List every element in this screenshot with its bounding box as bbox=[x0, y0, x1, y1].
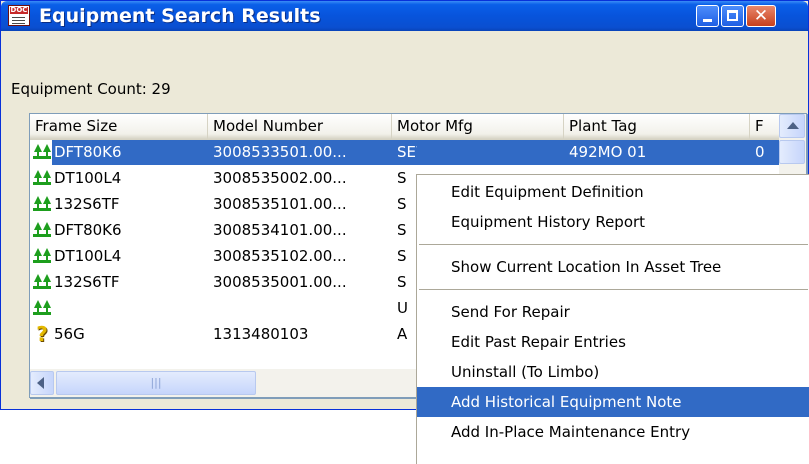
column-plant-tag[interactable]: Plant Tag bbox=[564, 114, 750, 139]
cell-model-number: 3008534101.00... bbox=[213, 221, 347, 239]
install-icon bbox=[33, 144, 51, 160]
install-icon bbox=[33, 248, 51, 264]
cell-frame-size: 132S6TF bbox=[54, 273, 120, 291]
cell-motor-mfg: U bbox=[397, 299, 408, 317]
cell-model-number: 3008535002.00... bbox=[213, 169, 347, 187]
title-bar[interactable]: DOC Equipment Search Results ✕ bbox=[1, 1, 808, 31]
menu-item-show-current-location-in-asset-tree[interactable]: Show Current Location In Asset Tree bbox=[417, 252, 809, 282]
menu-separator bbox=[419, 289, 808, 290]
cell-motor-mfg: S bbox=[397, 273, 407, 291]
cell-frame-size: 132S6TF bbox=[54, 195, 120, 213]
menu-item-uninstall-to-limbo[interactable]: Uninstall (To Limbo) bbox=[417, 357, 809, 387]
minimize-button[interactable] bbox=[696, 5, 719, 27]
cell-motor-mfg: A bbox=[397, 325, 408, 343]
cell-model-number: 1313480103 bbox=[213, 325, 309, 343]
scroll-left-button[interactable] bbox=[30, 371, 54, 395]
table-header: Frame Size Model Number Motor Mfg Plant … bbox=[30, 114, 806, 140]
cell-frame-size: DT100L4 bbox=[54, 169, 122, 187]
equipment-count: Equipment Count: 29 bbox=[11, 80, 171, 98]
close-icon: ✕ bbox=[753, 6, 769, 26]
cell-frame-size bbox=[54, 296, 204, 321]
menu-item-add-historical-equipment-note[interactable]: Add Historical Equipment Note bbox=[417, 387, 809, 417]
menu-item-edit-past-repair-entries[interactable]: Edit Past Repair Entries bbox=[417, 327, 809, 357]
chevron-left-icon bbox=[37, 377, 44, 389]
cell-model-number bbox=[213, 296, 388, 321]
install-icon bbox=[33, 170, 51, 186]
install-icon bbox=[33, 300, 51, 316]
install-icon bbox=[33, 196, 51, 212]
vertical-scroll-thumb[interactable] bbox=[779, 140, 805, 164]
maximize-button[interactable] bbox=[721, 5, 744, 27]
window-title: Equipment Search Results bbox=[39, 5, 321, 27]
cell-plant-tag: 492MO 01 bbox=[569, 143, 647, 161]
cell-model-number: 3008535102.00... bbox=[213, 247, 347, 265]
minimize-icon bbox=[703, 19, 712, 22]
cell-model-number: 3008535101.00... bbox=[213, 195, 347, 213]
cell-motor-mfg: S bbox=[397, 195, 407, 213]
cell-frame-size: DT100L4 bbox=[54, 247, 122, 265]
cell-model-number: 3008533501.00... bbox=[213, 143, 347, 161]
column-motor-mfg[interactable]: Motor Mfg bbox=[392, 114, 564, 139]
menu-item-edit-equipment-definition[interactable]: Edit Equipment Definition bbox=[417, 177, 809, 207]
chevron-up-icon bbox=[787, 122, 799, 129]
cell-motor-mfg: SEW Eurodrive bbox=[397, 143, 417, 161]
column-frame-size[interactable]: Frame Size bbox=[30, 114, 208, 139]
menu-item-send-for-repair[interactable]: Send For Repair bbox=[417, 297, 809, 327]
question-icon: ? bbox=[36, 322, 48, 346]
column-model-number[interactable]: Model Number bbox=[208, 114, 392, 139]
menu-item-equipment-history-report[interactable]: Equipment History Report bbox=[417, 207, 809, 237]
cell-f: 0 bbox=[755, 143, 765, 161]
context-menu: Edit Equipment Definition Equipment Histo… bbox=[416, 174, 809, 464]
maximize-icon bbox=[727, 10, 738, 21]
column-f[interactable]: F bbox=[750, 114, 780, 139]
cell-frame-size: DFT80K6 bbox=[54, 221, 122, 239]
table-row[interactable]: DFT80K6 3008533501.00... SEW Eurodrive 492M… bbox=[33, 140, 779, 165]
cell-frame-size: 56G bbox=[54, 325, 85, 343]
cell-motor-mfg: S bbox=[397, 247, 407, 265]
cell-motor-mfg: S bbox=[397, 221, 407, 239]
cell-frame-size: DFT80K6 bbox=[54, 143, 122, 161]
menu-separator bbox=[419, 244, 808, 245]
scroll-up-button[interactable] bbox=[779, 114, 805, 138]
cell-model-number: 3008535001.00... bbox=[213, 273, 347, 291]
close-button[interactable]: ✕ bbox=[746, 5, 776, 27]
horizontal-scroll-thumb[interactable]: ||| bbox=[56, 371, 256, 395]
install-icon bbox=[33, 274, 51, 290]
doc-icon: DOC bbox=[8, 5, 30, 26]
install-icon bbox=[33, 222, 51, 238]
menu-item-add-in-place-maintenance-entry[interactable]: Add In-Place Maintenance Entry bbox=[417, 417, 809, 447]
cell-motor-mfg: S bbox=[397, 169, 407, 187]
